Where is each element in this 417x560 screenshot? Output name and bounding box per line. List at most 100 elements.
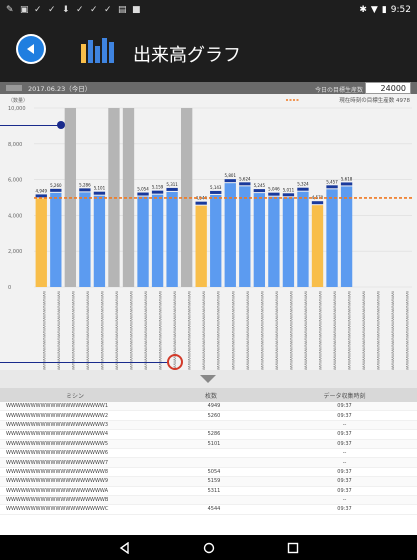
table-body: WWWWWWWWWWWWWWWWWWWW1 4949 09:37 WWWWWWWWWW… [0,402,417,515]
row-time-cell: 09:37 [337,403,352,410]
bar-value-label: 5,011 [283,187,295,192]
bar-4[interactable] [93,195,106,287]
row-machine-cell: WWWWWWWWWWWWWWWWWWWWB [6,497,109,504]
download-icon: ⬇ [62,4,70,15]
nav-home-icon[interactable] [202,541,216,555]
target-legend: 現在時刻の目標生産数 4978 [339,96,410,104]
bar-value-label: 5,159 [152,185,164,190]
nav-back-icon[interactable] [118,541,132,555]
callout-line [0,125,60,126]
row-time-cell: -- [342,421,347,428]
bar-9[interactable] [166,191,178,287]
table-row[interactable]: WWWWWWWWWWWWWWWWWWWW4 5286 09:37 [0,430,417,440]
bar-label-box [326,185,338,189]
chart-svg: 10,000 8,000 6,000 4,000 2,000 0 4,9495,260 5,… [8,96,412,370]
bar-label-box [282,193,295,197]
table-row[interactable]: WWWWWWWWWWWWWWWWWWWWA 5311 09:37 [0,487,417,496]
table-row[interactable]: WWWWWWWWWWWWWWWWWWWW1 4949 09:37 [0,402,417,412]
info-row: 2017.06.23（今日） 今日の目標生産数 [0,82,417,94]
row-machine-cell: WWWWWWWWWWWWWWWWWWWW6 [6,450,109,457]
bar-label-box [79,188,91,192]
table-row[interactable]: WWWWWWWWWWWWWWWWWWWW6 -- [0,449,417,459]
bar-8[interactable] [151,194,164,287]
bar-17[interactable] [282,197,295,287]
y-tick-label: 0 [8,285,11,291]
bar-7[interactable] [137,196,149,287]
x-category-label: WWWWWWWWWWWWWWWWWWWWWWWWE [231,291,235,370]
clock-time: 9:52 [390,5,411,15]
bar-label-box [166,187,178,191]
table-row[interactable]: WWWWWWWWWWWWWWWWWWWW2 5260 09:37 [0,411,417,421]
bar-value-label: 5,457 [326,179,338,184]
bar-12[interactable] [210,194,222,287]
app-bar: 出来高グラフ [0,20,417,82]
x-category-label: WWWWWWWWWWWWWWWWWWWWWWWW3 [71,291,75,370]
bar-13[interactable] [224,183,236,287]
y-tick-label: 6,000 [8,178,22,184]
bar-16[interactable] [268,196,280,287]
nav-bar [0,535,417,560]
bar-label-box [297,187,309,191]
chevron-highlight [167,354,183,370]
table-row[interactable]: WWWWWWWWWWWWWWWWWWWW3 -- [0,420,417,431]
row-count-cell: 5260 [207,412,221,419]
bar-0[interactable] [35,198,47,287]
x-category-label: WWWWWWWWWWWWWWWWWWWWWWWWO [376,291,380,370]
row-time-cell: 09:37 [337,506,352,513]
bar-label-box [50,188,62,192]
bar-1[interactable] [50,192,62,287]
x-category-label: WWWWWWWWWWWWWWWWWWWWWWWWG [260,291,264,370]
bar-label-box [311,201,324,205]
screen-icon: ▣ [20,4,29,15]
bar-label-box [35,194,47,198]
row-time-cell: 09:37 [337,478,352,485]
production-chart: 10,000 8,000 6,000 4,000 2,000 0 4,949 5,260 5,… [0,94,417,370]
y-tick-label: 10,000 [8,106,26,112]
bar-18[interactable] [297,191,309,287]
row-time-cell: 09:37 [337,487,352,494]
table-row[interactable]: WWWWWWWWWWWWWWWWWWWW9 5159 09:37 [0,477,417,487]
x-category-label: WWWWWWWWWWWWWWWWWWWWWWWW9 [158,291,162,370]
row-time-cell: -- [342,459,347,466]
row-count-cell: 5101 [207,440,221,447]
bar-3[interactable] [79,192,91,287]
date-label: 2017.06.23（今日） [28,85,92,93]
table-row[interactable]: WWWWWWWWWWWWWWWWWWWWC 4544 09:37 [0,505,417,515]
table-row[interactable]: WWWWWWWWWWWWWWWWWWWW7 -- [0,458,417,468]
row-count-cell: 5311 [207,487,221,494]
bar-14[interactable] [239,186,251,287]
bar-20[interactable] [326,189,338,287]
system-icons: ✱ ▼ ▮ 9:52 [359,5,411,15]
bluetooth-icon: ✱ [359,5,367,15]
collapse-toggle[interactable] [0,370,417,388]
x-category-label: WWWWWWWWWWWWWWWWWWWWWWWWL [333,291,337,370]
target-input[interactable]: 24000 [365,82,411,94]
row-machine-cell: WWWWWWWWWWWWWWWWWWWW2 [6,412,109,419]
x-category-label: WWWWWWWWWWWWWWWWWWWWWWWW6 [114,291,118,370]
row-time-cell: 09:37 [337,431,352,438]
bar-19[interactable] [311,205,324,287]
x-category-label: WWWWWWWWWWWWWWWWWWWWWWWWB [187,291,191,370]
nav-recents-icon[interactable] [286,541,300,555]
bar-label-box [224,179,236,183]
x-category-label: WWWWWWWWWWWWWWWWWWWWWWWWF [245,291,249,370]
bar-value-label: 4,949 [36,188,48,193]
check-icon: ✓ [34,4,42,15]
bar-21[interactable] [340,186,353,287]
x-category-label: WWWWWWWWWWWWWWWWWWWWWWWWC [202,291,206,370]
bar-label-box [210,190,222,194]
bar-label-box [239,182,251,186]
y-tick-label: 2,000 [8,249,22,255]
table-row[interactable]: WWWWWWWWWWWWWWWWWWWWB -- [0,495,417,506]
table-row[interactable]: WWWWWWWWWWWWWWWWWWWW8 5054 09:37 [0,468,417,478]
table-row[interactable]: WWWWWWWWWWWWWWWWWWWW5 5101 09:37 [0,439,417,449]
back-button[interactable] [16,34,46,64]
row-machine-cell: WWWWWWWWWWWWWWWWWWWW8 [6,468,109,475]
bar-11[interactable] [195,205,207,287]
battery-icon: ▮ [381,5,387,15]
row-machine-cell: WWWWWWWWWWWWWWWWWWWW3 [6,421,109,428]
x-category-label: WWWWWWWWWWWWWWWWWWWWWWWWH [274,291,278,370]
row-count-cell: 4544 [207,506,221,513]
bar-15[interactable] [253,193,266,287]
row-machine-cell: WWWWWWWWWWWWWWWWWWWWA [6,487,109,494]
